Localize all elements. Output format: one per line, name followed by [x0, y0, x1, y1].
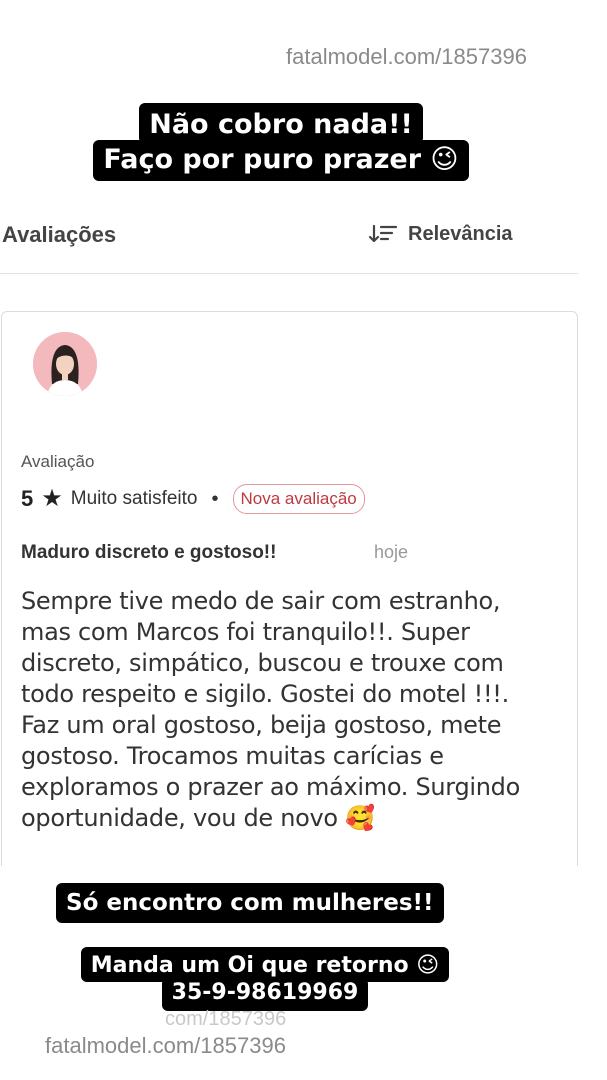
watermark-bottom: fatalmodel.com/1857396 [45, 1033, 286, 1058]
reviews-header: Avaliações Relevância [0, 218, 578, 274]
caption-top: Não cobro nada!! Faço por puro prazer 😉 [80, 103, 482, 181]
caption-bottom-line1: Manda um Oi que retorno 😉 [80, 947, 450, 982]
phone-number[interactable]: 35-9-98619969 [161, 978, 369, 1011]
rating-label: Avaliação [21, 452, 95, 471]
review-card: Avaliação 5 ★ Muito satisfeito • Nova av… [1, 311, 578, 911]
star-icon: ★ [41, 485, 63, 512]
review-headline: Maduro discreto e gostoso!! [21, 542, 277, 563]
review-date: hoje [374, 542, 409, 562]
caption-bottom: Manda um Oi que retorno 😉 35-9-98619969 [72, 947, 458, 1011]
rating-value: 5 [21, 486, 34, 511]
new-review-badge: Nova avaliação [232, 484, 365, 514]
review-body: Sempre tive medo de sair com estranho, m… [21, 587, 520, 832]
reviews-title: Avaliações [2, 222, 117, 247]
sort-icon [368, 224, 398, 243]
sort-button[interactable]: Relevância [368, 222, 513, 246]
caption-top-line2: Faço por puro prazer 😉 [93, 140, 469, 181]
rating-text: Muito satisfeito [70, 488, 198, 509]
rating-row: 5 ★ Muito satisfeito • Nova avaliação [21, 484, 365, 514]
avatar-woman-icon [33, 332, 97, 396]
separator-dot: • [211, 487, 219, 510]
watermark-ghost: com/1857396 [165, 1008, 287, 1030]
avatar-icon[interactable] [33, 332, 97, 396]
sort-label: Relevância [408, 222, 513, 245]
watermark-top: fatalmodel.com/1857396 [286, 44, 527, 69]
caption-middle: Só encontro com mulheres!! [56, 883, 444, 923]
caption-top-line1: Não cobro nada!! [139, 103, 423, 144]
